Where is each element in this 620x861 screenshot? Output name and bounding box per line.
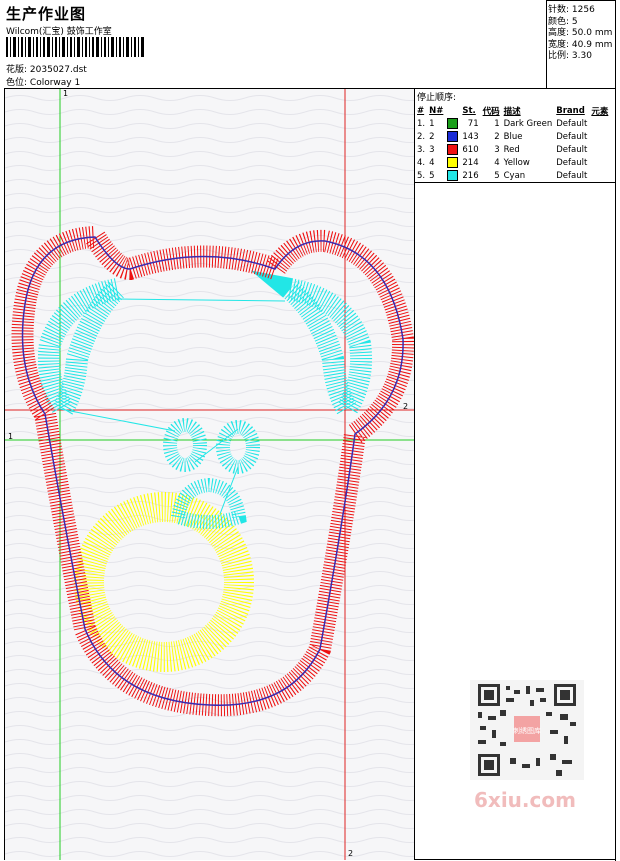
- stat-value: 5: [571, 16, 578, 27]
- col-index: #: [417, 105, 425, 116]
- col-needle: N#: [429, 105, 444, 116]
- row-stitches: 214: [462, 157, 479, 168]
- stop-order-title: 停止顺序:: [417, 93, 457, 103]
- row-brand: Default: [556, 118, 588, 129]
- row-stitches: 143: [462, 131, 479, 142]
- color-swatch: [447, 131, 459, 142]
- guide-h2-label: 2: [403, 402, 408, 411]
- color-row[interactable]: 1. 1 71 1 Dark Green Default: [415, 117, 610, 130]
- row-index: 5.: [417, 170, 426, 181]
- color-row[interactable]: 5. 5 216 5 Cyan Default: [415, 169, 610, 182]
- stat-label: 针数:: [548, 5, 570, 15]
- page-title: 生产作业图: [6, 5, 87, 23]
- row-swatch: [445, 156, 460, 169]
- color-row[interactable]: 4. 4 214 4 Yellow Default: [415, 156, 610, 169]
- stat-height: 高度: 50.0 mm: [548, 28, 612, 40]
- stat-colors: 颜色: 5: [548, 17, 612, 29]
- stats-panel: 针数: 1256 颜色: 5 高度: 50.0 mm 宽度: 40.9 mm 比…: [548, 5, 612, 63]
- color-row[interactable]: 2. 2 143 2 Blue Default: [415, 130, 610, 143]
- col-element: 元素: [591, 106, 609, 117]
- color-swatch: [447, 144, 459, 155]
- guide-h1-label: 1: [8, 432, 13, 441]
- row-index: 4.: [417, 157, 426, 168]
- panel-divider: [414, 88, 415, 860]
- stats-divider: [546, 0, 547, 88]
- site-watermark: 6xiu.com: [474, 788, 576, 812]
- stat-scale: 比例: 3.30: [548, 51, 612, 63]
- row-swatch: [445, 143, 460, 156]
- stat-stitches: 针数: 1256: [548, 5, 612, 17]
- row-needle: 5: [429, 170, 435, 181]
- guide-v2-label: 2: [348, 849, 353, 858]
- color-table: # N# St. 代码 描述 Brand 元素 1. 1 71 1 Dark Green…: [415, 104, 610, 182]
- colorway-name: Colorway 1: [29, 78, 81, 88]
- row-description: Dark Green: [503, 118, 553, 129]
- stat-value: 50.0 mm: [571, 28, 613, 38]
- color-swatch: [447, 157, 459, 168]
- col-brand: Brand: [556, 105, 585, 116]
- color-swatch: [447, 118, 459, 129]
- row-description: Cyan: [503, 170, 526, 181]
- stat-label: 高度:: [548, 28, 570, 38]
- col-stitches: St.: [462, 105, 476, 116]
- colorway-row: 色位: Colorway 1: [6, 75, 80, 88]
- design-canvas[interactable]: 1 1 2 2: [5, 89, 414, 860]
- row-index: 2.: [417, 131, 426, 142]
- stats-top: [546, 0, 616, 1]
- stat-value: 1256: [571, 5, 595, 15]
- guide-v1-label: 1: [63, 89, 68, 98]
- design-file-name: 2035027.dst: [29, 65, 87, 75]
- row-brand: Default: [556, 157, 588, 168]
- row-code: 4: [494, 157, 500, 168]
- color-row[interactable]: 3. 3 610 3 Red Default: [415, 143, 610, 156]
- row-code: 1: [494, 118, 500, 129]
- design-file-row: 花版: 2035027.dst: [6, 62, 87, 75]
- fabric-texture: [5, 89, 414, 860]
- row-needle: 3: [429, 144, 435, 155]
- design-label: 花版:: [6, 65, 28, 75]
- order-bottom-line: [415, 182, 615, 183]
- color-swatch: [447, 170, 459, 181]
- row-index: 1.: [417, 118, 426, 129]
- row-code: 3: [494, 144, 500, 155]
- stat-label: 颜色:: [548, 16, 570, 27]
- company-name: Wilcom(汇宝) 鼓饰工作室: [6, 27, 112, 37]
- row-needle: 2: [429, 131, 435, 142]
- row-swatch: [445, 117, 460, 130]
- stat-value: 3.30: [571, 51, 592, 61]
- stat-label: 宽度:: [548, 39, 570, 50]
- row-description: Blue: [503, 131, 523, 142]
- row-brand: Default: [556, 170, 588, 181]
- stat-label: 比例:: [548, 51, 570, 61]
- col-swatch: [445, 104, 460, 117]
- row-code: 5: [494, 170, 500, 181]
- color-table-body: 1. 1 71 1 Dark Green Default 2. 2 143 2 Blue Defaul…: [415, 117, 610, 182]
- row-code: 2: [494, 131, 500, 142]
- row-swatch: [445, 130, 460, 143]
- row-stitches: 216: [462, 170, 479, 181]
- col-description: 描述: [503, 106, 521, 117]
- row-swatch: [445, 169, 460, 182]
- row-stitches: 610: [462, 144, 479, 155]
- qr-code-watermark: 刺绣图库: [470, 680, 584, 780]
- row-needle: 1: [429, 118, 435, 129]
- row-index: 3.: [417, 144, 426, 155]
- colorway-label: 色位:: [6, 78, 28, 88]
- row-brand: Default: [556, 131, 588, 142]
- color-table-header: # N# St. 代码 描述 Brand 元素: [415, 104, 610, 117]
- row-stitches: 71: [467, 118, 479, 129]
- col-code: 代码: [482, 106, 500, 117]
- stat-width: 宽度: 40.9 mm: [548, 40, 612, 52]
- row-description: Red: [503, 144, 520, 155]
- row-needle: 4: [429, 157, 435, 168]
- qr-center-text: 刺绣图库: [513, 726, 541, 735]
- stop-order-panel: 停止顺序: # N# St. 代码 描述 Brand 元素 1. 1 71 1 Dark…: [415, 89, 619, 182]
- row-description: Yellow: [503, 157, 530, 168]
- row-brand: Default: [556, 144, 588, 155]
- stat-value: 40.9 mm: [571, 39, 613, 50]
- barcode: [6, 37, 144, 57]
